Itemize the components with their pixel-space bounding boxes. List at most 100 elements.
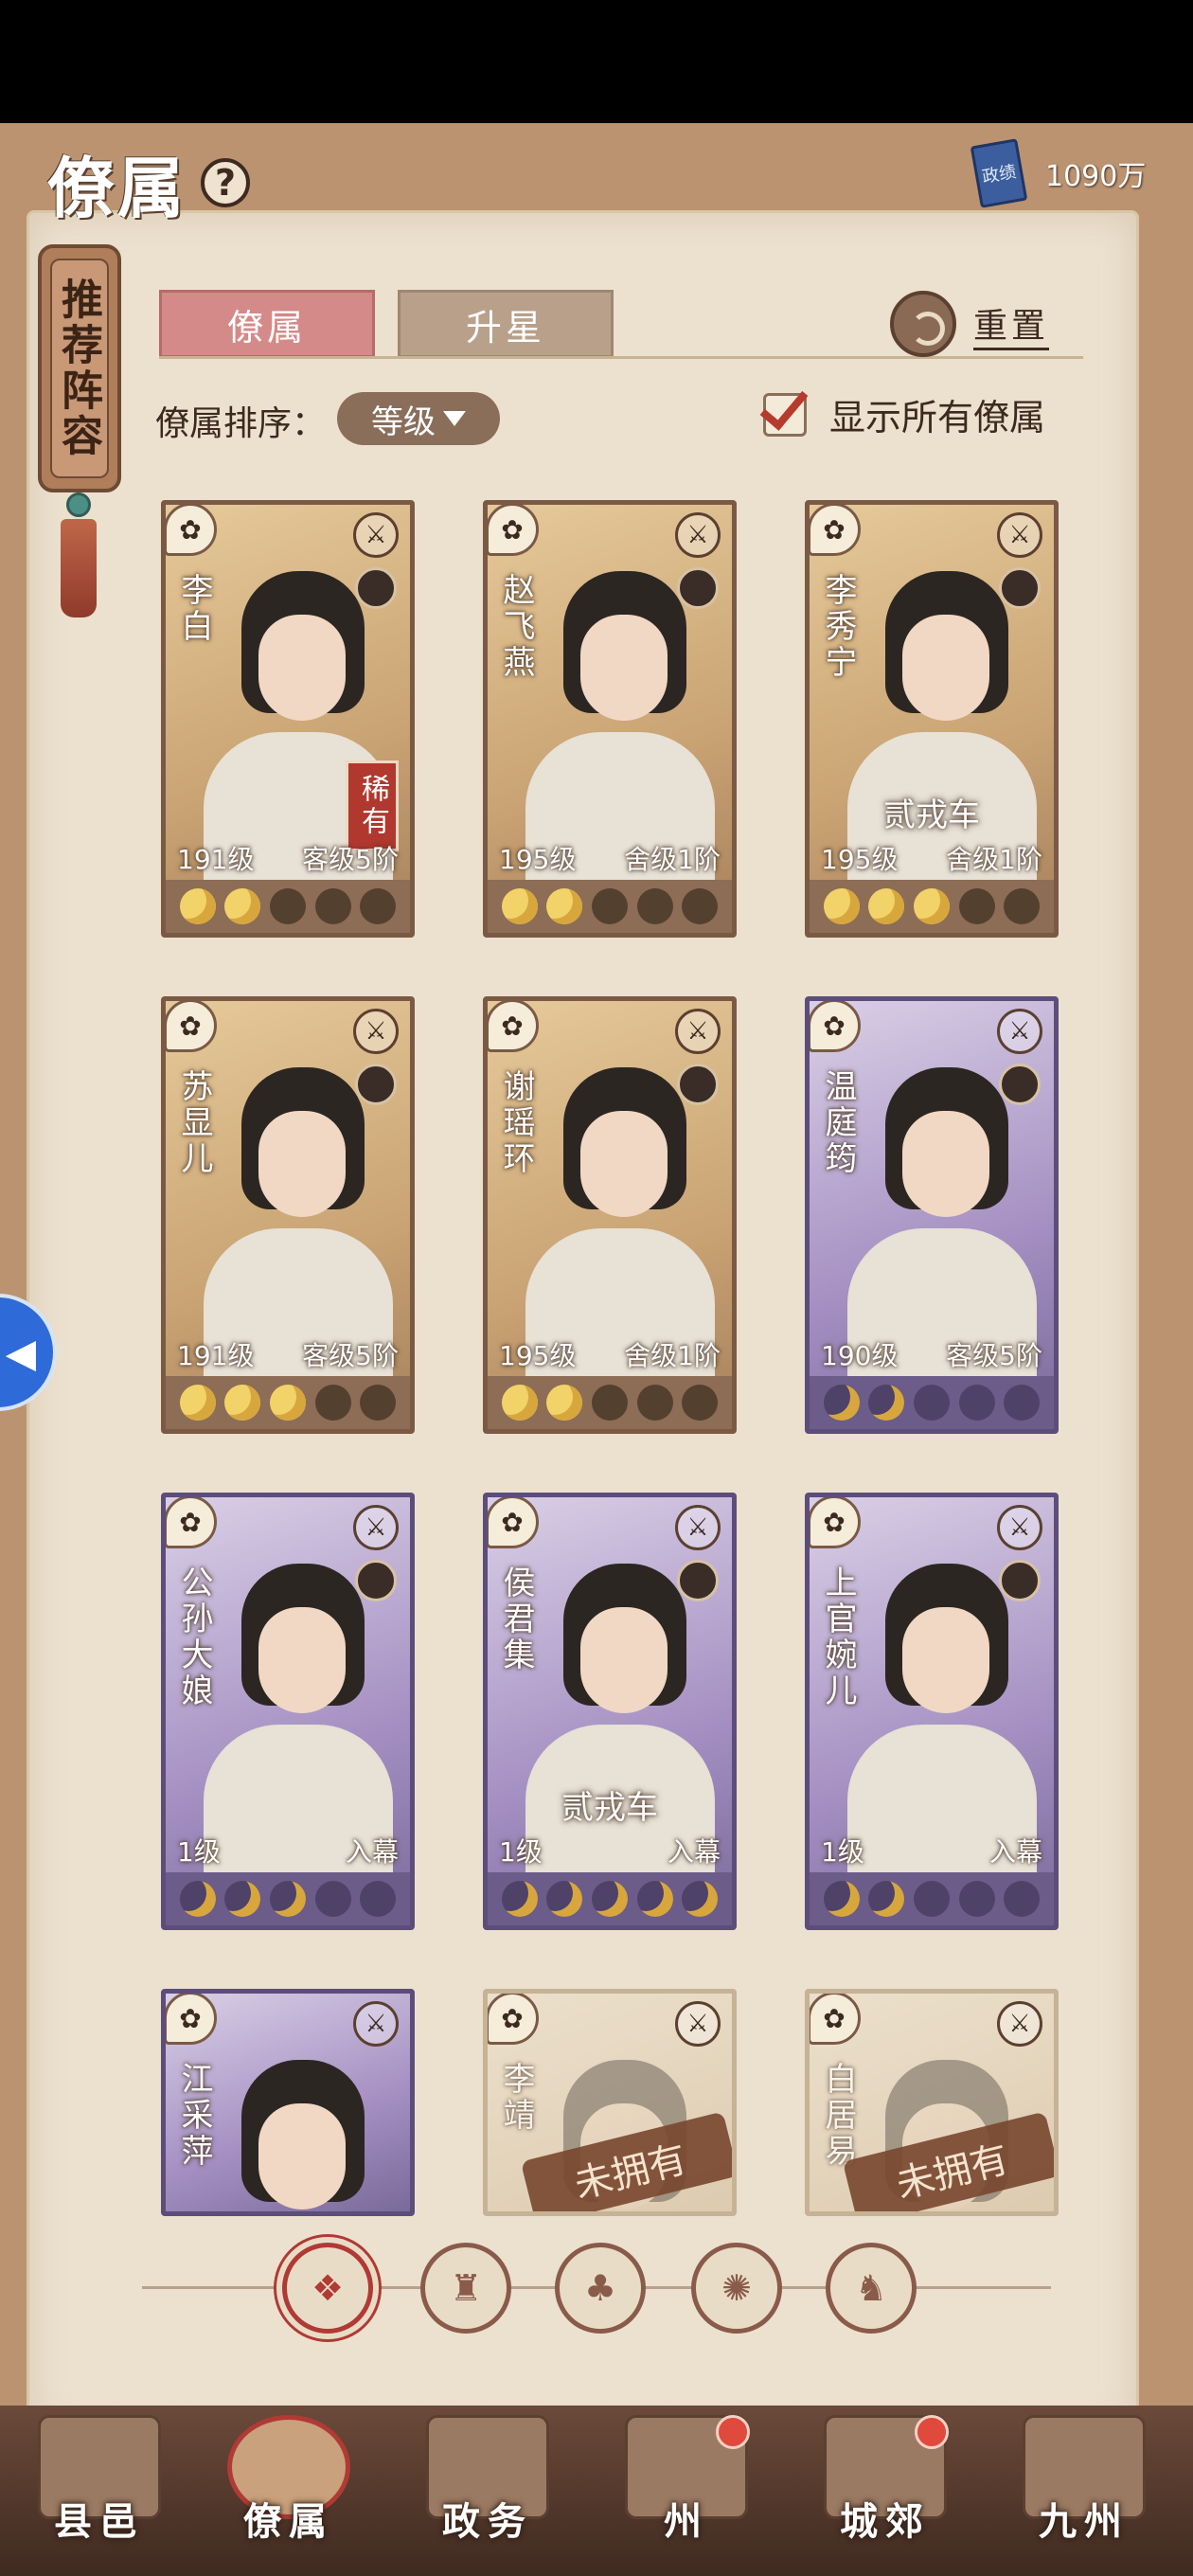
moon-empty-icon	[591, 888, 628, 924]
card-info-row: 191级 客级5阶	[166, 1333, 410, 1376]
official-card[interactable]: ✿ ⚔ 白居易 未拥有	[805, 1989, 1059, 2216]
moon-filled-icon	[823, 1385, 860, 1421]
official-level: 195级	[499, 1340, 577, 1371]
official-rank: 客级5阶	[946, 1340, 1042, 1371]
portrait-face	[580, 615, 668, 721]
moon-filled-icon	[179, 1881, 216, 1917]
official-level: 195级	[499, 844, 577, 875]
portrait-illustration	[847, 1564, 1037, 1876]
sword-icon: ⚔	[675, 512, 721, 558]
official-rank: 舍级1阶	[946, 844, 1042, 875]
portrait-illustration	[204, 1564, 393, 1876]
moon-empty-icon	[360, 888, 397, 924]
official-name: 李白	[175, 573, 213, 645]
sword-icon: ⚔	[353, 512, 399, 558]
official-level: 1级	[821, 1836, 864, 1868]
official-card[interactable]: ✿ ⚔ 李秀宁 贰戎车 195级 舍级1阶	[805, 500, 1059, 938]
moon-star-row	[166, 880, 410, 933]
all-icon[interactable]: ❖	[282, 2243, 373, 2334]
official-card[interactable]: ✿ ⚔ 谢瑶环 195级 舍级1阶	[483, 996, 737, 1434]
official-card[interactable]: ✿ ⚔ 侯君集 贰戎车 1级 入幕	[483, 1493, 737, 1930]
type-icon: ✿	[488, 1001, 539, 1052]
nav-label: 城郊	[840, 2499, 931, 2544]
moon-empty-icon	[314, 888, 351, 924]
portrait-face	[902, 1111, 989, 1217]
official-card[interactable]: ✿ ⚔ 公孙大娘 1级 入幕	[161, 1493, 415, 1930]
card-info-row: 1级 入幕	[488, 1829, 732, 1872]
gourd-icon[interactable]: ♣	[555, 2243, 646, 2334]
official-rank: 入幕	[345, 1836, 399, 1868]
official-card[interactable]: ✿ ⚔ 温庭筠 190级 客级5阶	[805, 996, 1059, 1434]
official-card[interactable]: ✿ ⚔ 江采萍	[161, 1989, 415, 2216]
card-info-row: 191级 客级5阶	[166, 836, 410, 880]
official-card[interactable]: ✿ ⚔ 赵飞燕 195级 舍级1阶	[483, 500, 737, 938]
portrait-illustration	[204, 1067, 393, 1380]
official-level: 1级	[177, 1836, 221, 1868]
official-card[interactable]: ✿ ⚔ 李白 稀有 191级 客级5阶	[161, 500, 415, 938]
official-level: 1级	[499, 1836, 543, 1868]
nav-label: 政务	[442, 2499, 533, 2544]
fan-icon[interactable]: ✺	[691, 2243, 782, 2334]
official-level: 190级	[821, 1340, 899, 1371]
official-card[interactable]: ✿ ⚔ 上官婉儿 1级 入幕	[805, 1493, 1059, 1930]
official-name: 上官婉儿	[819, 1565, 857, 1709]
moon-empty-icon	[958, 1881, 995, 1917]
card-info-row: 195级 舍级1阶	[810, 836, 1054, 880]
type-icon: ✿	[810, 1497, 861, 1548]
type-icon: ✿	[488, 1994, 539, 2045]
sword-icon: ⚔	[675, 1009, 721, 1054]
moon-filled-icon	[179, 1385, 216, 1421]
type-icon: ✿	[810, 1001, 861, 1052]
official-card[interactable]: ✿ ⚔ 李靖 未拥有	[483, 1989, 737, 2216]
nav-item-0[interactable]: 县邑	[19, 2415, 180, 2576]
moon-empty-icon	[314, 1385, 351, 1421]
moon-empty-icon	[636, 888, 673, 924]
moon-filled-icon	[224, 1881, 261, 1917]
moon-empty-icon	[1004, 1881, 1041, 1917]
nav-item-3[interactable]: 州	[606, 2415, 767, 2576]
portrait-illustration	[525, 571, 715, 884]
official-name: 公孙大娘	[175, 1565, 213, 1709]
card-info-row: 195级 舍级1阶	[488, 1333, 732, 1376]
official-name: 李靖	[497, 2062, 535, 2134]
card-info-row: 1级 入幕	[810, 1829, 1054, 1872]
official-name: 白居易	[819, 2062, 857, 2170]
nav-item-4[interactable]: 城郊	[805, 2415, 966, 2576]
official-card[interactable]: ✿ ⚔ 苏显儿 191级 客级5阶	[161, 996, 415, 1434]
partner-avatar	[999, 1064, 1041, 1105]
moon-empty-icon	[958, 888, 995, 924]
card-overlay-text: 贰戎车	[883, 796, 980, 834]
moon-empty-icon	[1004, 1385, 1041, 1421]
card-info-row: 190级 客级5阶	[810, 1333, 1054, 1376]
portrait-illustration	[525, 1067, 715, 1380]
official-rank: 入幕	[667, 1836, 721, 1868]
partner-avatar	[677, 567, 719, 609]
moon-filled-icon	[501, 888, 538, 924]
moon-empty-icon	[958, 1385, 995, 1421]
lion-icon[interactable]: ♞	[826, 2243, 917, 2334]
nav-label: 县邑	[54, 2499, 145, 2544]
sword-icon: ⚔	[997, 1505, 1042, 1550]
bell-icon[interactable]: ♜	[420, 2243, 511, 2334]
moon-empty-icon	[913, 1385, 950, 1421]
partner-avatar	[355, 567, 397, 609]
moon-filled-icon	[823, 888, 860, 924]
nav-item-1[interactable]: 僚属	[208, 2415, 369, 2576]
nav-item-5[interactable]: 九州	[1004, 2415, 1165, 2576]
type-icon: ✿	[166, 505, 217, 556]
nav-item-2[interactable]: 政务	[407, 2415, 568, 2576]
portrait-illustration	[204, 2060, 383, 2211]
official-name: 李秀宁	[819, 573, 857, 681]
sword-icon: ⚔	[997, 1009, 1042, 1054]
partner-avatar	[355, 1064, 397, 1105]
moon-empty-icon	[360, 1385, 397, 1421]
type-icon: ✿	[488, 505, 539, 556]
type-icon: ✿	[810, 1994, 861, 2045]
moon-filled-icon	[682, 1881, 719, 1917]
moon-star-row	[488, 1872, 732, 1925]
moon-star-row	[810, 1872, 1054, 1925]
card-overlay-text: 贰戎车	[561, 1789, 658, 1827]
moon-filled-icon	[224, 1385, 261, 1421]
partner-avatar	[355, 1560, 397, 1601]
sword-icon: ⚔	[353, 2001, 399, 2047]
